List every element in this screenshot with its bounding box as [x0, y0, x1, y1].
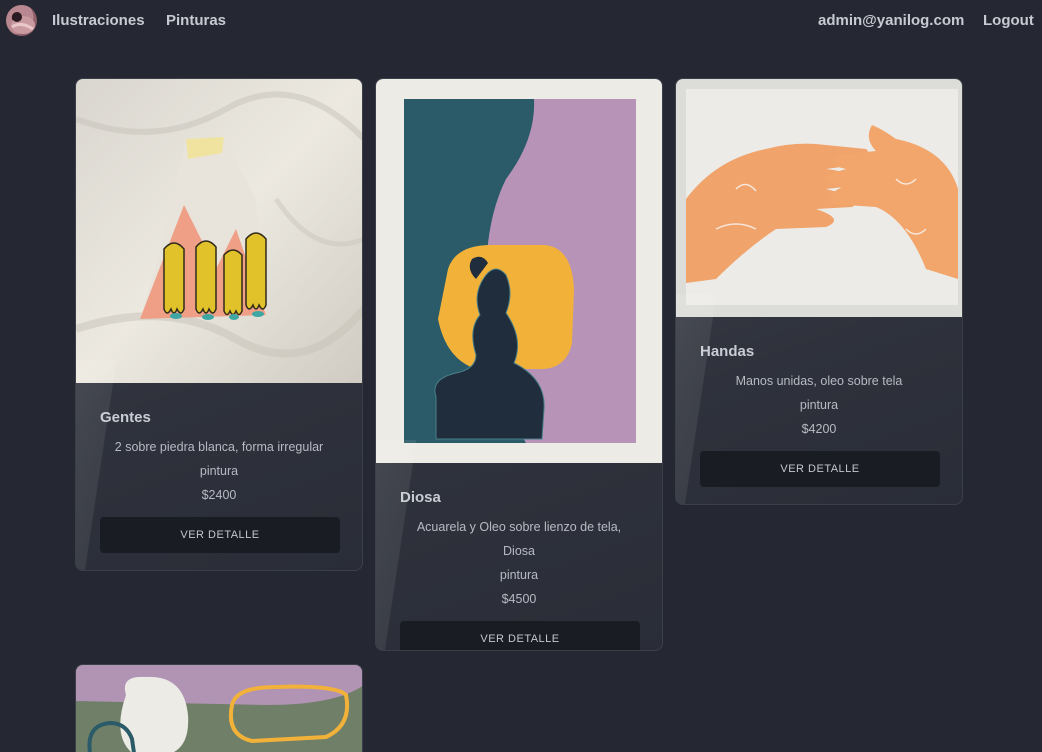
product-card: Diosa Acuarela y Oleo sobre lienzo de te…: [375, 78, 663, 651]
card-body: Diosa Acuarela y Oleo sobre lienzo de te…: [376, 463, 662, 650]
ver-detalle-button[interactable]: VER DETALLE: [400, 621, 640, 650]
avatar-logo-icon[interactable]: [6, 5, 37, 36]
card-body: Handas Manos unidas, oleo sobre tela pin…: [676, 317, 962, 487]
card-description: 2 sobre piedra blanca, forma irregular: [114, 440, 324, 454]
nav-link-ilustraciones[interactable]: Ilustraciones: [52, 12, 145, 29]
artwork-image[interactable]: [76, 665, 362, 752]
card-category: pintura: [199, 464, 239, 478]
nav-link-pinturas[interactable]: Pinturas: [166, 12, 226, 29]
artwork-image[interactable]: [376, 79, 662, 463]
ver-detalle-button[interactable]: VER DETALLE: [100, 517, 340, 553]
card-body: Gentes 2 sobre piedra blanca, forma irre…: [76, 383, 362, 553]
card-description: Acuarela y Oleo sobre lienzo de tela, Di…: [416, 520, 622, 558]
card-title: Gentes: [100, 409, 151, 426]
card-description: Manos unidas, oleo sobre tela: [735, 374, 903, 388]
card-category: pintura: [799, 398, 839, 412]
logout-link[interactable]: Logout: [983, 12, 1034, 29]
card-title: Handas: [700, 343, 755, 360]
card-price: $4500: [501, 592, 537, 606]
card-price: $2400: [201, 488, 237, 502]
product-card: Gentes 2 sobre piedra blanca, forma irre…: [75, 78, 363, 571]
card-title: Diosa: [400, 489, 441, 506]
artwork-image[interactable]: [76, 79, 362, 383]
artwork-image[interactable]: [676, 79, 962, 317]
card-category: pintura: [499, 568, 539, 582]
user-email-link[interactable]: admin@yanilog.com: [818, 12, 964, 29]
top-navbar: Ilustraciones Pinturas admin@yanilog.com…: [0, 0, 1042, 42]
card-price: $4200: [801, 422, 837, 436]
product-card: [75, 664, 363, 752]
product-card: Handas Manos unidas, oleo sobre tela pin…: [675, 78, 963, 505]
ver-detalle-button[interactable]: VER DETALLE: [700, 451, 940, 487]
